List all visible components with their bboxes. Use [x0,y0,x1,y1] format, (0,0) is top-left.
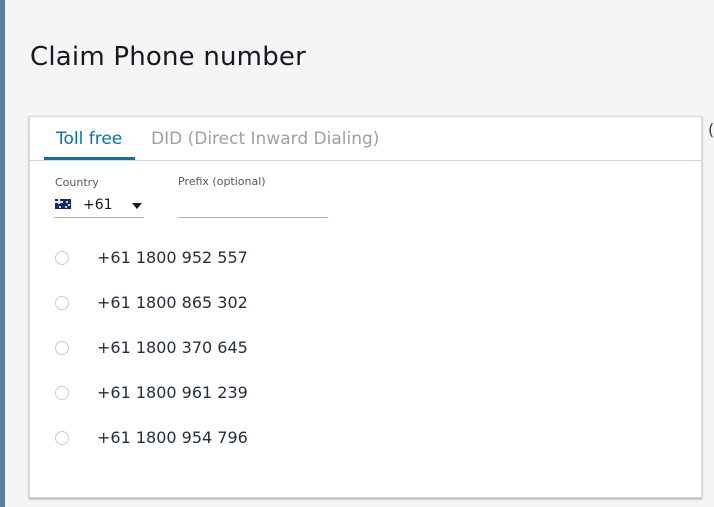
left-edge-bar [0,0,5,507]
phone-number-option[interactable]: +61 1800 961 239 [30,377,701,422]
phone-number-text: +61 1800 961 239 [97,383,248,402]
prefix-input[interactable] [178,195,328,218]
phone-number-option[interactable]: +61 1800 370 645 [30,332,701,377]
phone-number-option[interactable]: +61 1800 954 796 [30,422,701,467]
country-code-value: +61 [83,197,113,213]
caret-down-icon [132,203,142,209]
radio-button[interactable] [55,341,69,355]
radio-button[interactable] [55,386,69,400]
phone-number-option[interactable]: +61 1800 865 302 [30,287,701,332]
country-select[interactable]: +61 [54,195,144,218]
tab-bar: Toll free DID (Direct Inward Dialing) [30,117,701,161]
phone-number-option[interactable]: +61 1800 952 557 [30,242,701,287]
radio-button[interactable] [55,251,69,265]
claim-number-panel: Toll free DID (Direct Inward Dialing) Co… [29,116,702,498]
phone-number-text: +61 1800 952 557 [97,248,248,267]
phone-number-list: +61 1800 952 557 +61 1800 865 302 +61 18… [30,242,701,467]
phone-number-text: +61 1800 865 302 [97,293,248,312]
phone-number-text: +61 1800 954 796 [97,428,248,447]
country-label: Country [55,176,99,189]
australia-flag-icon [55,199,71,209]
radio-button[interactable] [55,296,69,310]
prefix-label: Prefix (optional) [178,175,266,188]
tab-did[interactable]: DID (Direct Inward Dialing) [151,129,379,149]
active-tab-indicator [44,157,135,160]
phone-number-text: +61 1800 370 645 [97,338,248,357]
radio-button[interactable] [55,431,69,445]
partial-edge-glyph: ( [708,120,714,139]
page-title: Claim Phone number [30,42,307,72]
tab-toll-free[interactable]: Toll free [56,129,122,149]
